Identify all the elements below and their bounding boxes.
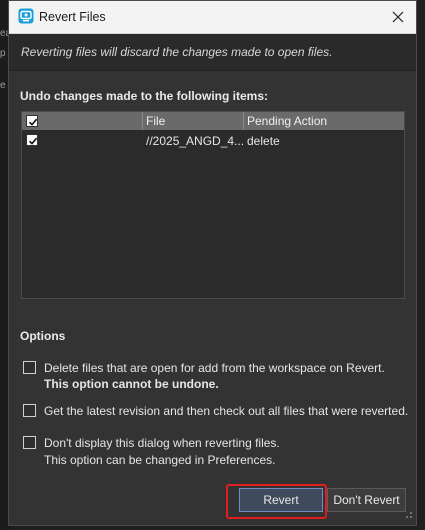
resize-grip-icon[interactable] — [403, 508, 413, 522]
revert-button[interactable]: Revert — [239, 488, 323, 512]
table-row[interactable]: //2025_ANGD_4... delete — [22, 132, 404, 150]
get-latest-option-text[interactable]: Get the latest revision and then check o… — [44, 403, 408, 419]
table-header: File Pending Action — [22, 112, 404, 130]
column-separator — [243, 112, 244, 130]
dont-revert-button[interactable]: Don't Revert — [327, 488, 406, 512]
select-all-checkbox[interactable] — [26, 115, 38, 127]
row-file: //2025_ANGD_4... — [146, 134, 245, 148]
row-checkbox[interactable] — [26, 134, 38, 146]
checkmark-icon — [28, 137, 38, 145]
background-text: p — [0, 48, 6, 59]
dont-display-checkbox[interactable] — [23, 436, 36, 449]
revert-files-dialog: Revert Files Reverting files will discar… — [8, 0, 417, 526]
dont-display-note: This option can be changed in Preference… — [44, 453, 276, 467]
close-icon — [392, 11, 404, 23]
info-banner: Reverting files will discard the changes… — [9, 34, 416, 71]
items-section-label: Undo changes made to the following items… — [20, 89, 269, 103]
banner-message: Reverting files will discard the changes… — [21, 45, 333, 59]
files-table[interactable]: File Pending Action //2025_ANGD_4... del… — [21, 111, 405, 299]
column-header-pending-action[interactable]: Pending Action — [247, 112, 327, 130]
row-action: delete — [247, 134, 280, 148]
delete-files-checkbox[interactable] — [23, 361, 36, 374]
dialog-title: Revert Files — [39, 10, 106, 24]
delete-files-option-text[interactable]: Delete files that are open for add from … — [44, 360, 385, 376]
p4v-icon — [18, 8, 34, 24]
background-text: e — [0, 80, 6, 91]
title-bar[interactable]: Revert Files — [9, 1, 416, 34]
delete-files-warning: This option cannot be undone. — [44, 377, 219, 391]
dont-display-option-text[interactable]: Don't display this dialog when reverting… — [44, 435, 280, 451]
checkmark-icon — [28, 118, 38, 126]
close-button[interactable] — [380, 1, 416, 33]
column-header-file[interactable]: File — [146, 112, 165, 130]
get-latest-checkbox[interactable] — [23, 404, 36, 417]
options-label: Options — [20, 329, 66, 343]
column-separator — [142, 112, 143, 130]
